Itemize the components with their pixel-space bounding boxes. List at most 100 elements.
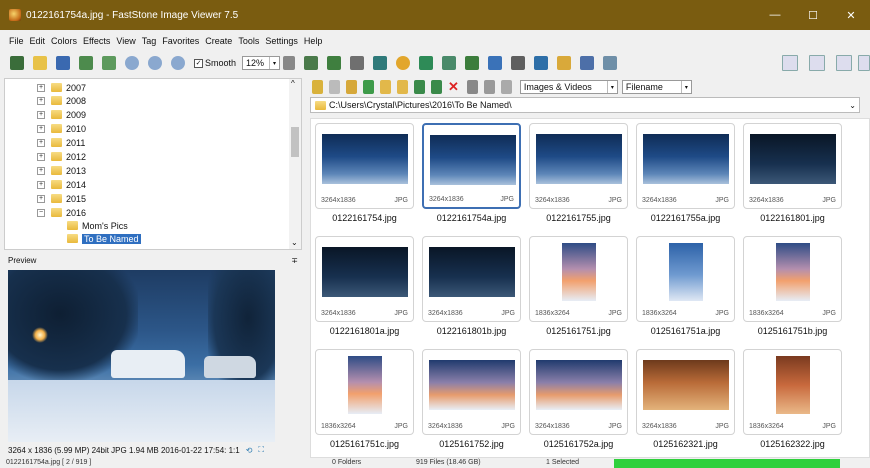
expand-icon[interactable]: +: [37, 180, 45, 189]
thumbnail-card[interactable]: 3264x1836 JPG: [422, 349, 521, 435]
draw-icon[interactable]: [534, 56, 549, 70]
menu-edit[interactable]: Edit: [30, 36, 46, 46]
scanner-icon[interactable]: [603, 56, 618, 70]
tree-node-2008[interactable]: +2008: [37, 94, 86, 107]
thumbnail-filename[interactable]: 0125161751c.jpg: [315, 439, 414, 449]
email-icon[interactable]: [511, 56, 526, 70]
scroll-up-arrow[interactable]: ^: [291, 79, 295, 88]
close-button[interactable]: ✕: [832, 0, 870, 30]
camera-icon[interactable]: [10, 56, 24, 70]
tree-scrollbar[interactable]: ^ ⌄: [289, 79, 301, 249]
view-mode-4-icon[interactable]: [858, 55, 870, 71]
thumbnail-filename[interactable]: 0122161801.jpg: [743, 213, 842, 223]
thumbnail-card[interactable]: 1836x3264 JPG: [743, 349, 842, 435]
open-folder-icon[interactable]: [33, 56, 47, 70]
path-bar[interactable]: C:\Users\Crystal\Pictures\2016\To Be Nam…: [310, 97, 860, 113]
rotate-icon[interactable]: [350, 56, 365, 70]
expand-icon[interactable]: +: [37, 83, 45, 92]
thumbnail-card[interactable]: 1836x3264 JPG: [529, 236, 628, 322]
thumbnail-card[interactable]: 3264x1836 JPG: [315, 236, 414, 322]
thumbnail-filename[interactable]: 0122161801b.jpg: [422, 326, 521, 336]
tree-node-2010[interactable]: +2010: [37, 122, 86, 135]
thumbnail-filename[interactable]: 0125161752.jpg: [422, 439, 521, 449]
scroll-down-arrow[interactable]: ⌄: [291, 238, 298, 247]
thumbnail-card[interactable]: 3264x1836 JPG: [636, 349, 735, 435]
folder-tree[interactable]: +2007 +2008 +2009 +2010 +2011 +2012 +201…: [4, 78, 302, 250]
tree-node-2011[interactable]: +2011: [37, 136, 85, 149]
collapse-icon[interactable]: −: [37, 208, 45, 217]
minimize-button[interactable]: —: [756, 0, 794, 30]
text-icon[interactable]: [373, 56, 388, 70]
fullscreen-icon[interactable]: [102, 56, 116, 70]
thumbnail-filename[interactable]: 0125161751b.jpg: [743, 326, 842, 336]
expand-icon[interactable]: +: [37, 194, 45, 203]
menu-create[interactable]: Create: [205, 36, 232, 46]
expand-icon[interactable]: +: [37, 152, 45, 161]
brightness-icon[interactable]: [396, 56, 411, 70]
thumbnail-card[interactable]: 3264x1836 JPG: [529, 349, 628, 435]
thumbnail-filename[interactable]: 0125161752a.jpg: [529, 439, 628, 449]
thumbnail-filename[interactable]: 0125162322.jpg: [743, 439, 842, 449]
hand-tool-icon[interactable]: [283, 56, 296, 70]
pin-icon[interactable]: ∓: [291, 256, 298, 268]
thumbnail-filename[interactable]: 0122161755a.jpg: [636, 213, 735, 223]
actual-size-icon[interactable]: [171, 56, 185, 70]
thumbnail-view-icon[interactable]: [466, 80, 478, 94]
back-icon[interactable]: [312, 80, 323, 94]
zoom-select[interactable]: 12% ▾: [242, 56, 281, 70]
tree-node-2014[interactable]: +2014: [37, 178, 86, 191]
menu-tools[interactable]: Tools: [238, 36, 259, 46]
tree-node-moms-pics[interactable]: Mom's Pics: [67, 219, 128, 232]
move-to-icon[interactable]: [414, 80, 425, 94]
sharpen-icon[interactable]: [465, 56, 480, 70]
thumbnail-card[interactable]: 3264x1836 JPG: [743, 123, 842, 209]
refresh-icon[interactable]: [363, 80, 374, 94]
color-icon[interactable]: [419, 56, 434, 70]
expand-icon[interactable]: +: [37, 96, 45, 105]
smooth-checkbox[interactable]: ✓ Smooth: [194, 58, 236, 68]
thumbnail-card[interactable]: 1836x3264 JPG: [743, 236, 842, 322]
thumbnail-filename[interactable]: 0122161754.jpg: [315, 213, 414, 223]
rename-icon[interactable]: [431, 80, 442, 94]
forward-icon[interactable]: [329, 80, 340, 94]
resize-icon[interactable]: [327, 56, 342, 70]
expand-icon[interactable]: +: [37, 138, 45, 147]
tree-node-to-be-named[interactable]: To Be Named: [67, 232, 141, 245]
thumbnail-filename[interactable]: 0125162321.jpg: [636, 439, 735, 449]
print-icon[interactable]: [580, 56, 595, 70]
menu-effects[interactable]: Effects: [83, 36, 110, 46]
thumbnail-filename[interactable]: 0122161755.jpg: [529, 213, 628, 223]
menu-settings[interactable]: Settings: [265, 36, 298, 46]
thumbnail-filename[interactable]: 0125161751.jpg: [529, 326, 628, 336]
save-icon[interactable]: [56, 56, 70, 70]
thumbnail-grid[interactable]: 3264x1836 JPG 0122161754.jpg 3264x1836 JPG 01…: [310, 118, 870, 458]
sort-select[interactable]: Filename ▾: [621, 80, 692, 94]
tree-node-2013[interactable]: +2013: [37, 164, 86, 177]
view-mode-1-icon[interactable]: [782, 55, 798, 71]
view-mode-3-icon[interactable]: [836, 55, 852, 71]
tree-node-2012[interactable]: +2012: [37, 150, 86, 163]
red-eye-icon[interactable]: [442, 56, 457, 70]
fullscreen-icon[interactable]: ⛶: [258, 445, 264, 455]
file-filter-select[interactable]: Images & Videos ▾: [519, 80, 618, 94]
thumbnail-card[interactable]: 1836x3264 JPG: [636, 236, 735, 322]
zoom-in-icon[interactable]: [125, 56, 139, 70]
thumbnail-card[interactable]: 3264x1836 JPG: [315, 123, 414, 209]
compare-icon[interactable]: [488, 56, 503, 70]
view-mode-2-icon[interactable]: [809, 55, 825, 71]
path-text[interactable]: C:\Users\Crystal\Pictures\2016\To Be Nam…: [329, 100, 512, 110]
details-view-icon[interactable]: [500, 80, 512, 94]
thumbnail-filename[interactable]: 0122161801a.jpg: [315, 326, 414, 336]
thumbnail-card[interactable]: 3264x1836 JPG: [422, 236, 521, 322]
delete-icon[interactable]: ✕: [448, 79, 459, 95]
menu-file[interactable]: File: [9, 36, 24, 46]
menu-view[interactable]: View: [116, 36, 135, 46]
thumbnail-filename[interactable]: 0125161751a.jpg: [636, 326, 735, 336]
thumbnail-card[interactable]: 3264x1836 JPG: [529, 123, 628, 209]
thumbnail-filename[interactable]: 0122161754a.jpg: [422, 213, 521, 223]
list-view-icon[interactable]: [483, 80, 495, 94]
thumbnail-card[interactable]: 3264x1836 JPG: [422, 123, 521, 209]
expand-icon[interactable]: +: [37, 166, 45, 175]
menu-help[interactable]: Help: [304, 36, 323, 46]
thumbnail-card[interactable]: 1836x3264 JPG: [315, 349, 414, 435]
